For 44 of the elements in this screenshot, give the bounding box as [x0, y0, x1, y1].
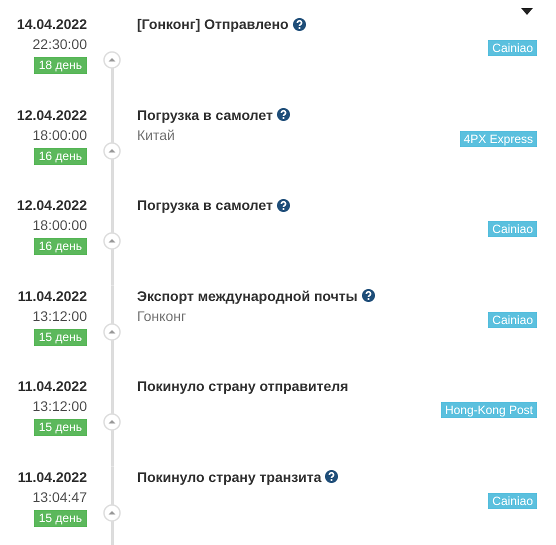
carrier-badge: Hong-Kong Post — [440, 402, 537, 418]
day-count-badge: 15 день — [34, 510, 87, 526]
carrier-badge: Cainiao — [488, 492, 537, 508]
event-date: 12.04.2022 — [16, 196, 87, 215]
timeline-node-icon[interactable] — [103, 504, 121, 522]
timeline-node-icon[interactable] — [103, 413, 121, 431]
timeline-node-icon[interactable] — [103, 51, 121, 69]
dropdown-caret-icon[interactable] — [521, 8, 533, 15]
help-icon[interactable] — [276, 198, 290, 212]
day-count-badge: 16 день — [34, 238, 87, 255]
event-date: 11.04.2022 — [18, 286, 87, 306]
timeline-node-icon[interactable] — [103, 142, 121, 160]
help-icon[interactable] — [276, 108, 290, 121]
event-time: 18:00:00 — [32, 216, 87, 235]
help-icon[interactable] — [325, 470, 338, 483]
event-date: 14.04.2022 — [16, 15, 87, 34]
event-time: 18:00:00 — [32, 126, 87, 144]
day-count-badge: 15 день — [34, 419, 87, 436]
event-time: 13:12:00 — [32, 306, 87, 326]
help-icon[interactable] — [362, 289, 375, 302]
event-time: 22:30:00 — [32, 35, 87, 54]
event-title: [Гонконг] Отправлено — [137, 15, 289, 34]
event-title: Покинуло страну транзита — [137, 468, 322, 486]
carrier-badge: 4PX Express — [460, 130, 537, 146]
help-icon[interactable] — [292, 18, 306, 30]
event-time: 13:04:47 — [32, 488, 87, 506]
timeline-node-icon[interactable] — [103, 322, 121, 340]
day-count-badge: 18 день — [34, 57, 87, 74]
event-time: 13:12:00 — [32, 397, 87, 416]
event-date: 12.04.2022 — [16, 106, 87, 124]
day-count-badge: 16 день — [34, 148, 87, 164]
event-date: 11.04.2022 — [18, 468, 87, 486]
event-location: Гонконг — [137, 306, 188, 326]
event-title: Экспорт международной почты — [137, 286, 358, 306]
event-location: Китай — [137, 126, 176, 144]
carrier-badge: Cainiao — [488, 40, 537, 56]
event-title: Погрузка в самолет — [137, 196, 273, 215]
carrier-badge: Cainiao — [488, 221, 537, 237]
event-title: Покинуло страну отправителя — [137, 377, 348, 396]
event-date: 11.04.2022 — [18, 377, 87, 396]
timeline-node-icon[interactable] — [103, 232, 121, 250]
carrier-badge: Cainiao — [488, 312, 537, 328]
event-title: Погрузка в самолет — [137, 106, 273, 124]
day-count-badge: 15 день — [34, 328, 87, 346]
